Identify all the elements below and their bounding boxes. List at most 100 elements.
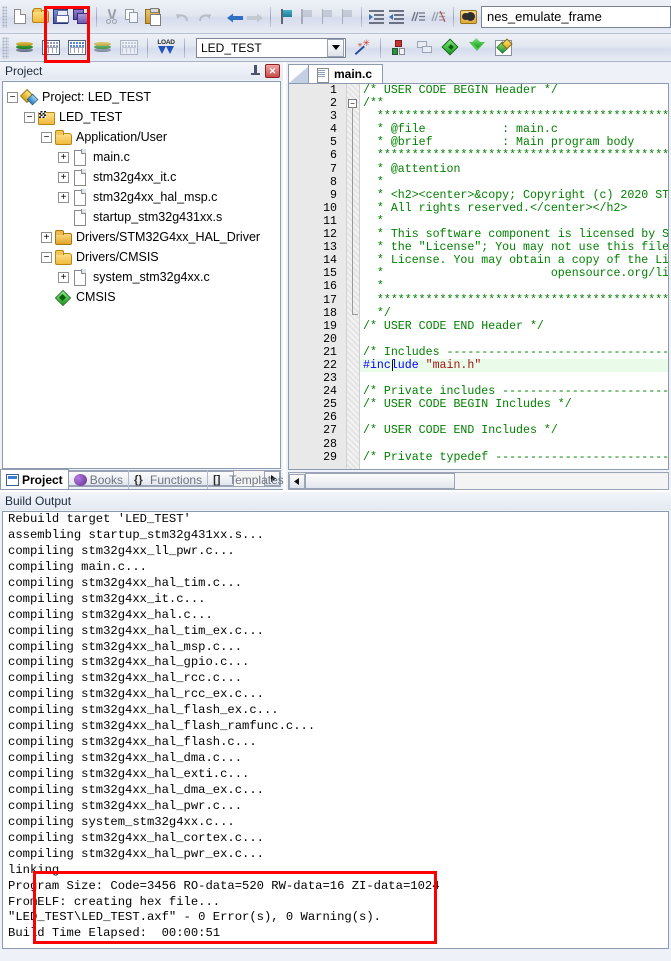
- build-button[interactable]: [39, 36, 63, 60]
- expand-icon[interactable]: +: [58, 272, 69, 283]
- collapse-icon[interactable]: −: [24, 112, 35, 123]
- config-wizard-button[interactable]: ✳ ✳: [350, 36, 374, 60]
- editor-body[interactable]: 1/* USER CODE BEGIN Header */2/**−3 ****…: [288, 83, 669, 470]
- expand-icon[interactable]: +: [58, 152, 69, 163]
- code-line[interactable]: 9 * <h2><center>&copy; Copyright (c) 202…: [289, 189, 668, 202]
- code-line[interactable]: 11 *: [289, 215, 668, 228]
- save-button[interactable]: [52, 5, 70, 29]
- code-line[interactable]: 10 * All rights reserved.</center></h2>: [289, 202, 668, 215]
- code-line[interactable]: 17 *************************************…: [289, 294, 668, 307]
- tree-item-main-c[interactable]: +main.c: [7, 147, 280, 167]
- save-all-button[interactable]: [72, 5, 90, 29]
- navigate-forward-button[interactable]: [246, 5, 264, 29]
- undo-button[interactable]: [174, 5, 192, 29]
- code-area[interactable]: 1/* USER CODE BEGIN Header */2/**−3 ****…: [289, 84, 668, 469]
- comment-button[interactable]: [409, 5, 427, 29]
- code-line[interactable]: 2/**−: [289, 97, 668, 110]
- insert-bookmark-button[interactable]: [277, 5, 295, 29]
- code-line[interactable]: 12 * This software component is licensed…: [289, 228, 668, 241]
- tree-item-stm32g4xx-it-c[interactable]: +stm32g4xx_it.c: [7, 167, 280, 187]
- download-button[interactable]: LOAD: [154, 36, 178, 60]
- close-icon[interactable]: ✕: [265, 64, 280, 78]
- uncomment-button[interactable]: [429, 5, 447, 29]
- code-line[interactable]: 5 * @brief : Main program body: [289, 136, 668, 149]
- expand-icon[interactable]: +: [58, 192, 69, 203]
- open-file-button[interactable]: [32, 5, 50, 29]
- tree-item-project-led-test[interactable]: −Project: LED_TEST: [7, 87, 280, 107]
- code-line[interactable]: 16 *: [289, 280, 668, 293]
- prev-bookmark-button[interactable]: [297, 5, 315, 29]
- collapse-icon[interactable]: −: [41, 252, 52, 263]
- navigate-back-button[interactable]: [225, 5, 243, 29]
- editor-scroll-left-icon[interactable]: [289, 474, 305, 489]
- tab-books[interactable]: Books: [69, 470, 129, 489]
- project-tree[interactable]: −Project: LED_TEST−LED_TEST−Application/…: [2, 81, 281, 469]
- tree-item-drivers-cmsis[interactable]: −Drivers/CMSIS: [7, 247, 280, 267]
- code-line[interactable]: 20: [289, 333, 668, 346]
- code-line[interactable]: 4 * @file : main.c: [289, 123, 668, 136]
- build-output-body[interactable]: Rebuild target 'LED_TEST'assembling star…: [2, 511, 669, 949]
- code-line[interactable]: 25/* USER CODE BEGIN Includes */: [289, 398, 668, 411]
- code-line[interactable]: 29/* Private typedef -------------------…: [289, 451, 668, 464]
- clear-bookmarks-button[interactable]: [337, 5, 355, 29]
- code-line[interactable]: 28: [289, 438, 668, 451]
- next-bookmark-button[interactable]: [317, 5, 335, 29]
- indent-button[interactable]: [368, 5, 386, 29]
- code-line[interactable]: 22#include "main.h": [289, 359, 668, 372]
- code-line[interactable]: 8 *: [289, 176, 668, 189]
- new-file-button[interactable]: [11, 5, 29, 29]
- paste-button[interactable]: [143, 5, 161, 29]
- chevron-down-icon[interactable]: [327, 39, 344, 57]
- outdent-button[interactable]: [388, 5, 406, 29]
- find-text-field[interactable]: nes_emulate_frame: [481, 6, 671, 28]
- copy-button[interactable]: [123, 5, 141, 29]
- pin-icon[interactable]: [249, 65, 262, 78]
- tab-main-c[interactable]: main.c: [308, 64, 383, 83]
- editor-hscroll-thumb[interactable]: [305, 473, 455, 489]
- manage-components-button[interactable]: [413, 36, 437, 60]
- code-line[interactable]: 7 * @attention: [289, 163, 668, 176]
- toolbar-grip[interactable]: [2, 37, 9, 59]
- tree-item-startup-stm32g431xx-s[interactable]: startup_stm32g431xx.s: [7, 207, 280, 227]
- tree-item-stm32g4xx-hal-msp-c[interactable]: +stm32g4xx_hal_msp.c: [7, 187, 280, 207]
- code-line[interactable]: 19/* USER CODE END Header */: [289, 320, 668, 333]
- expand-icon[interactable]: +: [58, 172, 69, 183]
- editor-hscrollbar[interactable]: [288, 472, 669, 490]
- code-line[interactable]: 3 **************************************…: [289, 110, 668, 123]
- tree-item-cmsis[interactable]: CMSIS: [7, 287, 280, 307]
- toolbar-grip[interactable]: [2, 6, 7, 28]
- stop-build-button[interactable]: [117, 36, 141, 60]
- tree-item-led-test[interactable]: −LED_TEST: [7, 107, 280, 127]
- pack-installer-button[interactable]: [439, 36, 463, 60]
- code-line[interactable]: 21/* Includes --------------------------…: [289, 346, 668, 359]
- collapse-icon[interactable]: −: [41, 132, 52, 143]
- target-select[interactable]: LED_TEST: [196, 38, 346, 58]
- code-line[interactable]: 14 * License. You may obtain a copy of t…: [289, 254, 668, 267]
- code-line[interactable]: 18 */: [289, 307, 668, 320]
- code-line[interactable]: 27/* USER CODE END Includes */: [289, 424, 668, 437]
- target-options-button[interactable]: [387, 36, 411, 60]
- rebuild-button[interactable]: [65, 36, 89, 60]
- manage-run-time-button[interactable]: [465, 36, 489, 60]
- tree-item-system-stm32g4xx-c[interactable]: +system_stm32g4xx.c: [7, 267, 280, 287]
- code-line[interactable]: 24/* Private includes ------------------…: [289, 385, 668, 398]
- cut-button[interactable]: [103, 5, 121, 29]
- code-line[interactable]: 23: [289, 372, 668, 385]
- tab-project[interactable]: Project: [0, 469, 69, 489]
- select-software-packs-button[interactable]: [491, 36, 515, 60]
- code-line[interactable]: 6 **************************************…: [289, 149, 668, 162]
- editor-hscroll-track[interactable]: [455, 474, 668, 489]
- expand-icon[interactable]: +: [41, 232, 52, 243]
- code-line[interactable]: 13 * the "License"; You may not use this…: [289, 241, 668, 254]
- code-line[interactable]: 1/* USER CODE BEGIN Header */: [289, 84, 668, 97]
- find-in-files-button[interactable]: [460, 5, 478, 29]
- redo-button[interactable]: [194, 5, 212, 29]
- tab-templates[interactable]: []Templates: [208, 470, 290, 489]
- translate-button[interactable]: [13, 36, 37, 60]
- collapse-icon[interactable]: −: [7, 92, 18, 103]
- batch-build-button[interactable]: [91, 36, 115, 60]
- tree-item-drivers-stm32g4xx-hal-driver[interactable]: +Drivers/STM32G4xx_HAL_Driver: [7, 227, 280, 247]
- tree-item-application-user[interactable]: −Application/User: [7, 127, 280, 147]
- code-line[interactable]: 26: [289, 411, 668, 424]
- tab-functions[interactable]: {}Functions: [129, 470, 208, 489]
